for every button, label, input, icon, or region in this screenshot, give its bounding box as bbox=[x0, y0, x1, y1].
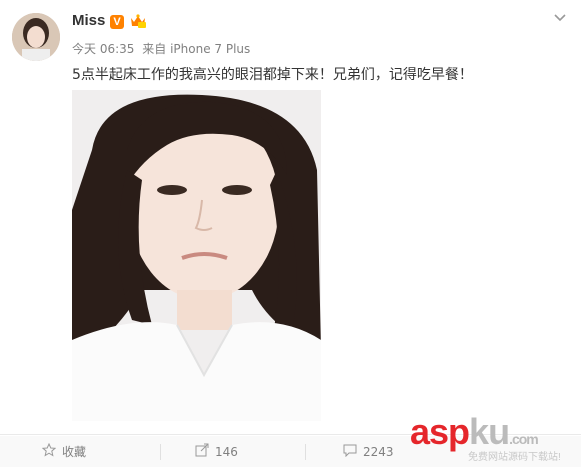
favorite-label: 收藏 bbox=[62, 445, 87, 459]
post-text: 5点半起床工作的我高兴的眼泪都掉下来！兄弟们，记得吃早餐！ bbox=[72, 67, 473, 83]
repost-button[interactable]: 146 bbox=[195, 436, 238, 467]
divider bbox=[160, 444, 161, 460]
comment-icon bbox=[343, 443, 357, 460]
repost-count: 146 bbox=[215, 444, 238, 459]
watermark-logo: aspku.com 免费网站源码下载站! bbox=[410, 411, 561, 464]
post-source[interactable]: iPhone 7 Plus bbox=[170, 42, 250, 56]
source-prefix: 来自 bbox=[142, 42, 167, 56]
watermark-suffix: .com bbox=[509, 431, 539, 447]
verified-badge: V bbox=[110, 15, 124, 29]
comment-count: 2243 bbox=[363, 444, 394, 459]
comment-button[interactable]: 2243 bbox=[343, 436, 394, 467]
favorite-button[interactable]: 收藏 bbox=[41, 436, 87, 467]
share-icon bbox=[195, 443, 209, 460]
watermark-red: asp bbox=[410, 411, 470, 452]
watermark-subtitle: 免费网站源码下载站! bbox=[468, 452, 561, 463]
avatar[interactable] bbox=[12, 13, 60, 61]
divider bbox=[305, 444, 306, 460]
star-icon bbox=[41, 442, 57, 460]
member-crown-icon bbox=[129, 13, 147, 33]
post-photo[interactable] bbox=[72, 90, 321, 421]
chevron-down-icon[interactable] bbox=[552, 10, 568, 24]
watermark-gray: ku bbox=[469, 411, 510, 452]
post-meta: 今天 06:35 来自 iPhone 7 Plus bbox=[72, 40, 254, 57]
username[interactable]: Miss bbox=[72, 12, 105, 29]
post-time[interactable]: 今天 06:35 bbox=[72, 42, 134, 56]
